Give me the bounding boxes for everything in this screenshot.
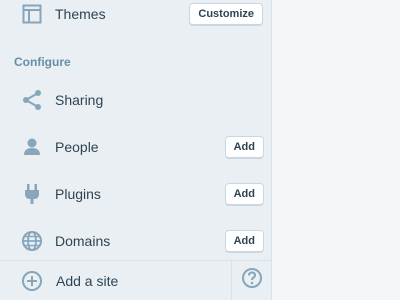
help-icon: [241, 267, 263, 294]
add-plugins-button[interactable]: Add: [224, 182, 264, 206]
sidebar-item-label: Domains: [55, 233, 111, 249]
add-domains-button[interactable]: Add: [224, 229, 264, 253]
help-button[interactable]: [231, 261, 271, 300]
customize-button[interactable]: Customize: [189, 2, 263, 26]
add-site-button[interactable]: Add a site: [0, 261, 230, 300]
sidebar: Themes Customize Configure Sharing Peopl…: [0, 0, 272, 300]
section-header-configure: Configure: [14, 55, 71, 69]
add-people-button[interactable]: Add: [224, 135, 264, 159]
sidebar-item-people[interactable]: People Add: [0, 127, 271, 167]
main-content: [272, 0, 400, 300]
add-site-label: Add a site: [56, 272, 119, 289]
sidebar-item-label: Plugins: [55, 186, 101, 202]
themes-icon: [21, 3, 43, 25]
sidebar-item-domains[interactable]: Domains Add: [0, 221, 271, 261]
share-icon: [21, 89, 43, 111]
sidebar-item-label: People: [55, 139, 99, 155]
sidebar-item-sharing[interactable]: Sharing: [0, 80, 271, 120]
sidebar-item-label: Sharing: [55, 92, 104, 108]
sidebar-footer: Add a site: [0, 260, 271, 300]
globe-icon: [21, 230, 43, 252]
sidebar-item-themes[interactable]: Themes Customize: [0, 0, 271, 34]
person-icon: [21, 136, 43, 158]
sidebar-item-plugins[interactable]: Plugins Add: [0, 174, 271, 214]
plus-circle-icon: [21, 270, 43, 292]
plugin-icon: [21, 183, 43, 205]
sidebar-item-label: Themes: [55, 6, 106, 22]
